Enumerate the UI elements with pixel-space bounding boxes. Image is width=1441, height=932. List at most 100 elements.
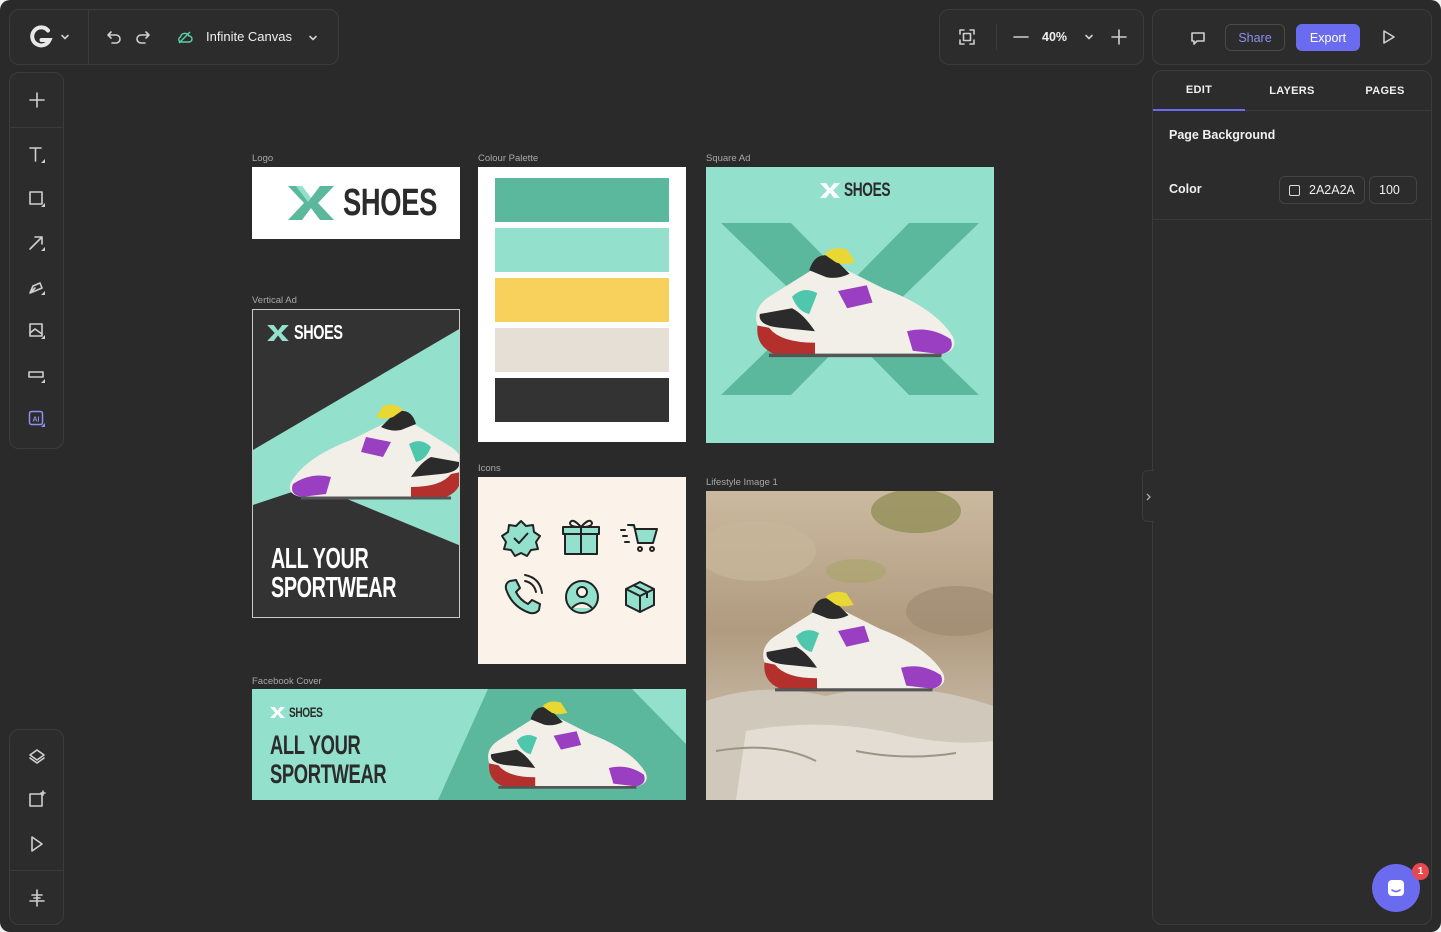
top-left-toolbar: Infinite Canvas	[9, 9, 339, 65]
line-tool[interactable]	[10, 223, 63, 263]
color-hex-field[interactable]: 2A2A2A	[1279, 176, 1365, 204]
gift-icon	[562, 519, 600, 555]
brand-x-icon	[820, 183, 840, 198]
present-button[interactable]	[1377, 26, 1399, 48]
lifestyle-photo	[706, 491, 993, 800]
cursor-icon	[30, 836, 43, 852]
select-tool[interactable]	[10, 824, 63, 864]
ai-icon: AI	[28, 410, 45, 427]
zoom-divider	[996, 24, 997, 50]
fit-frame-icon	[959, 29, 975, 45]
palette-swatch	[495, 228, 669, 272]
color-swatch[interactable]	[1289, 184, 1300, 196]
app-logo-icon	[29, 25, 53, 48]
add-frame-icon	[28, 790, 46, 807]
comment-button[interactable]	[1187, 27, 1209, 49]
canvas-menu-button[interactable]	[304, 29, 322, 47]
panel-separator	[1153, 219, 1431, 220]
palette-swatch	[495, 378, 669, 422]
icons-frame[interactable]	[478, 477, 686, 664]
zoom-menu-button[interactable]	[1081, 29, 1097, 45]
fit-to-screen-button[interactable]	[956, 26, 978, 48]
tab-edit[interactable]: EDIT	[1153, 71, 1245, 111]
opacity-field[interactable]: 100	[1369, 176, 1417, 204]
facebook-headline-1: ALL YOUR	[270, 730, 361, 760]
logo-frame[interactable]: SHOES	[252, 167, 460, 239]
comment-icon	[1191, 32, 1205, 45]
square-ad-artwork	[721, 223, 979, 395]
rectangle-icon	[28, 191, 45, 207]
facebook-cover-frame[interactable]: SHOES ALL YOUR SPORTWEAR	[252, 689, 686, 800]
toolbar-divider	[88, 10, 89, 64]
app-menu-button[interactable]	[24, 23, 74, 51]
align-icon	[28, 889, 45, 907]
pen-tool[interactable]	[10, 267, 63, 307]
ai-tool[interactable]: AI	[10, 399, 63, 439]
tab-pages[interactable]: PAGES	[1339, 71, 1431, 111]
frame-label-square-ad: Square Ad	[706, 153, 751, 164]
chevron-down-icon	[1085, 34, 1093, 40]
notification-badge: 1	[1412, 863, 1429, 880]
lifestyle-image-frame[interactable]	[706, 491, 993, 800]
pen-icon	[28, 282, 45, 295]
canvas-title[interactable]: Infinite Canvas	[206, 29, 292, 44]
zoom-toolbar: 40%	[939, 9, 1144, 65]
layers-button[interactable]	[10, 736, 63, 776]
share-button[interactable]: Share	[1225, 24, 1285, 51]
input-tool[interactable]	[10, 355, 63, 395]
color-label: Color	[1169, 182, 1202, 196]
palette-swatch	[495, 328, 669, 372]
vertical-ad-headline-1: ALL YOUR	[271, 543, 369, 575]
zoom-in-button[interactable]	[1108, 26, 1130, 48]
add-frame-button[interactable]	[10, 779, 63, 819]
badge-check-icon	[501, 520, 541, 557]
chevron-down-icon	[309, 35, 317, 41]
square-ad-brand-text: SHOES	[844, 180, 891, 201]
image-icon	[28, 323, 45, 339]
svg-text:AI: AI	[32, 416, 39, 423]
input-field-icon	[27, 371, 45, 383]
panel-tabs: EDIT LAYERS PAGES	[1153, 71, 1431, 111]
redo-button[interactable]	[131, 25, 155, 49]
export-button[interactable]: Export	[1296, 24, 1360, 51]
frame-label-logo: Logo	[252, 153, 274, 164]
frame-label-lifestyle: Lifestyle Image 1	[706, 477, 778, 488]
square-ad-frame[interactable]: SHOES	[706, 167, 994, 443]
tab-layers[interactable]: LAYERS	[1246, 71, 1338, 111]
chat-icon	[1388, 880, 1404, 896]
brand-x-icon	[288, 186, 334, 220]
box-icon	[625, 581, 655, 613]
play-icon	[1383, 30, 1395, 44]
phone-icon	[504, 574, 543, 615]
icon-set	[501, 519, 658, 615]
redo-icon	[136, 31, 150, 44]
logo-brand-text: SHOES	[343, 182, 437, 224]
app-window: Infinite Canvas 40% Share Export AI EDIT…	[0, 0, 1441, 932]
left-toolbar: AI	[9, 72, 64, 449]
image-tool[interactable]	[10, 311, 63, 351]
user-icon	[565, 580, 599, 614]
palette-swatch	[495, 178, 669, 222]
facebook-brand-text: SHOES	[289, 704, 323, 720]
text-tool[interactable]	[10, 135, 63, 175]
zoom-in-icon	[1111, 29, 1127, 45]
shape-tool[interactable]	[10, 179, 63, 219]
brand-x-icon	[270, 707, 285, 718]
brand-x-icon	[267, 325, 289, 341]
cloud-saved-icon	[178, 31, 193, 44]
undo-icon	[107, 31, 121, 44]
vertical-ad-frame[interactable]: SHOES ALL YOUR SPORTWEAR	[252, 309, 460, 618]
left-bottom-toolbar	[9, 729, 64, 925]
toolbar-separator	[10, 870, 63, 871]
panel-collapse-handle[interactable]	[1142, 470, 1154, 522]
add-button[interactable]	[10, 80, 63, 120]
vertical-ad-headline-2: SPORTWEAR	[271, 572, 397, 604]
palette-frame[interactable]	[478, 167, 686, 442]
palette-swatch	[495, 278, 669, 322]
zoom-level[interactable]: 40%	[1042, 30, 1067, 44]
top-right-toolbar: Share Export	[1152, 9, 1432, 65]
section-title: Page Background	[1169, 128, 1276, 142]
align-button[interactable]	[10, 878, 63, 918]
undo-button[interactable]	[102, 25, 126, 49]
zoom-out-button[interactable]	[1010, 26, 1032, 48]
